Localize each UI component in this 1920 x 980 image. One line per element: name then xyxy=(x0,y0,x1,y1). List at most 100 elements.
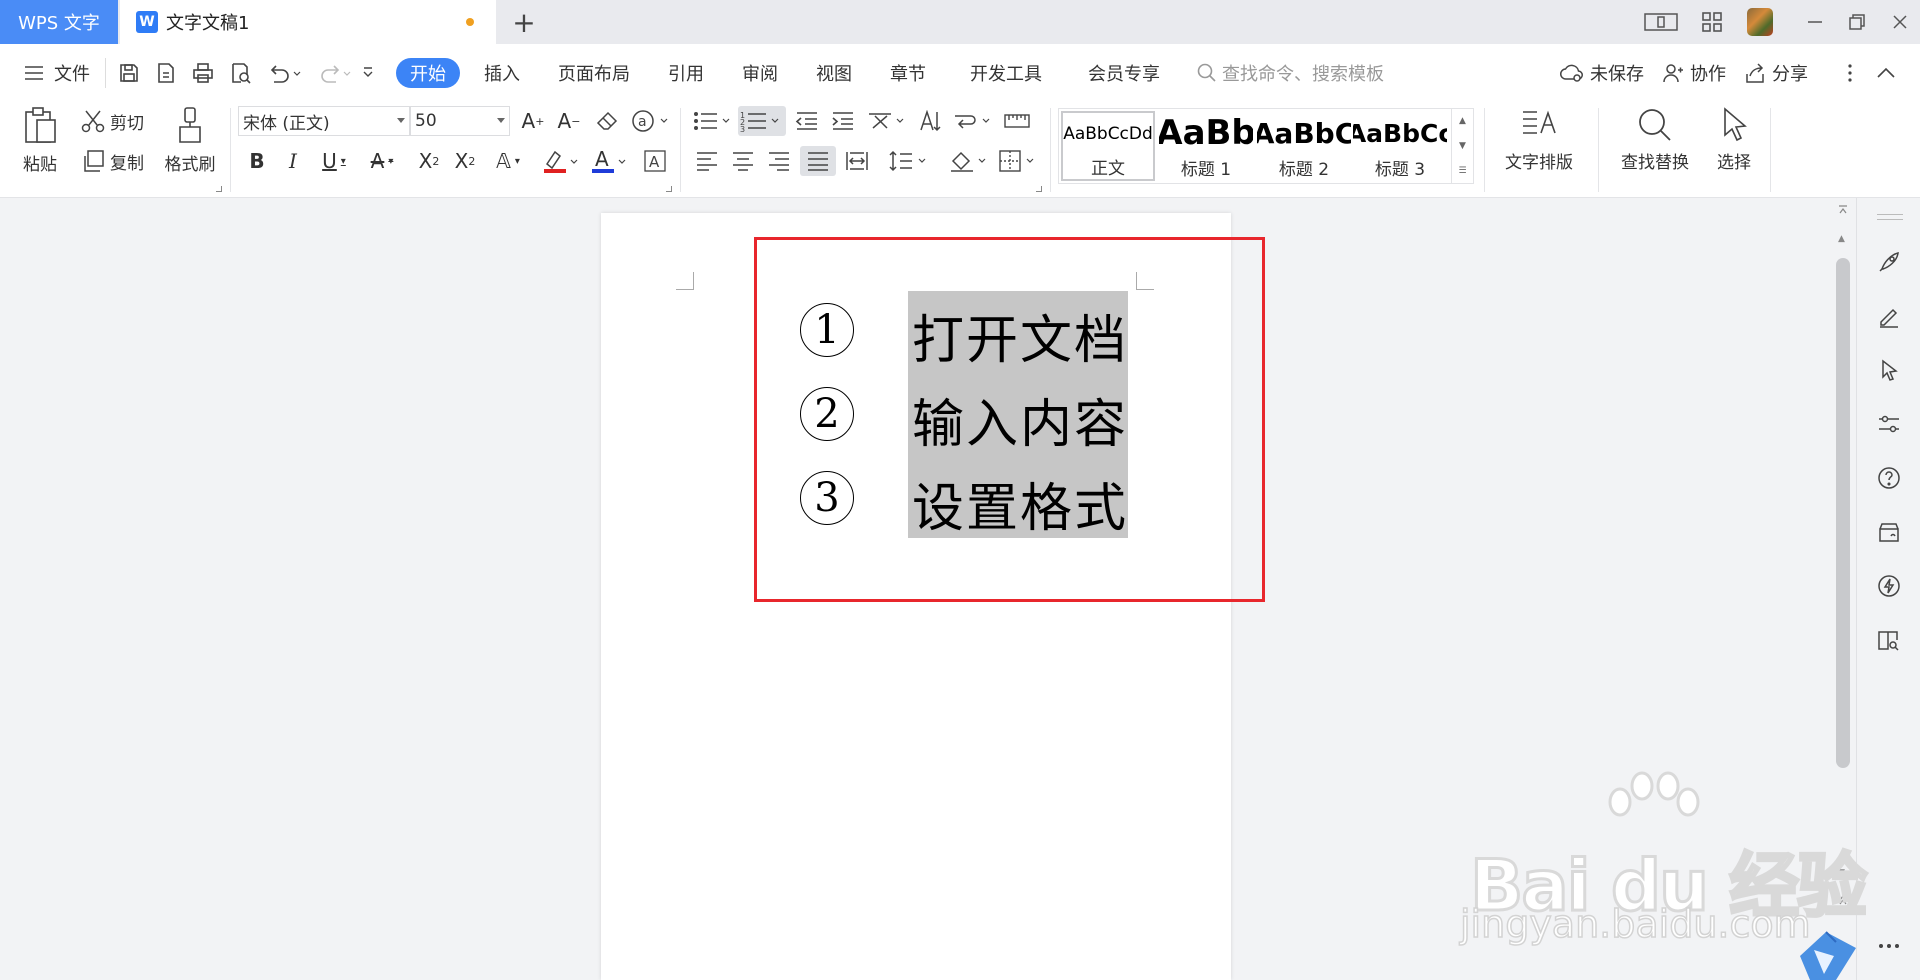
help-icon[interactable] xyxy=(1875,464,1903,492)
settings-sliders-icon[interactable] xyxy=(1875,410,1903,438)
scroll-top-icon[interactable] xyxy=(1838,204,1848,218)
grow-font-icon[interactable]: A + xyxy=(518,106,548,136)
tab-developer[interactable]: 开发工具 xyxy=(970,58,1042,88)
scroll-down-icon[interactable]: ▼ xyxy=(1838,868,1845,878)
lightning-icon[interactable] xyxy=(1875,572,1903,600)
font-name-select[interactable]: 宋体 (正文) xyxy=(238,106,410,136)
cut-button[interactable]: 剪切 xyxy=(80,108,144,134)
tab-page-layout[interactable]: 页面布局 xyxy=(558,58,630,88)
format-painter-button[interactable]: 格式刷 xyxy=(162,106,218,175)
expand-gallery-icon[interactable]: ☰ xyxy=(1458,166,1466,176)
more-options-icon[interactable] xyxy=(1836,59,1864,87)
export-pdf-icon[interactable] xyxy=(152,59,180,87)
svg-text:A: A xyxy=(649,153,660,171)
collapse-ribbon-icon[interactable] xyxy=(1872,59,1900,87)
strikethrough-icon[interactable]: A ▾ xyxy=(362,146,402,176)
customize-toolbar-icon[interactable] xyxy=(354,59,382,87)
select-button[interactable]: 选择 xyxy=(1706,106,1762,173)
sort-icon[interactable] xyxy=(914,106,944,136)
save-icon[interactable] xyxy=(115,59,143,87)
redo-button[interactable] xyxy=(314,59,354,87)
tab-view[interactable]: 视图 xyxy=(816,58,852,88)
ruler-icon[interactable] xyxy=(1002,106,1032,136)
vertical-scrollbar[interactable]: ▲ ▼ xyxy=(1834,202,1852,922)
restore-icon[interactable] xyxy=(1842,8,1872,36)
tab-chapter[interactable]: 章节 xyxy=(890,58,926,88)
select-pointer-icon[interactable] xyxy=(1875,356,1903,384)
close-icon[interactable] xyxy=(1885,8,1915,36)
underline-icon[interactable]: U ▾ xyxy=(314,146,354,176)
share-button[interactable]: 分享 xyxy=(1744,58,1808,88)
grid-apps-icon[interactable] xyxy=(1697,8,1727,36)
text-layout-button[interactable]: 文字排版 xyxy=(1494,106,1584,173)
line-spacing-icon[interactable] xyxy=(888,146,928,176)
chevron-down-icon[interactable]: ▼ xyxy=(1459,141,1466,151)
text-effect-icon[interactable]: 𝔸 ▾ xyxy=(488,146,528,176)
new-tab-button[interactable]: + xyxy=(508,6,540,39)
superscript-icon[interactable]: X2 xyxy=(414,146,444,176)
user-avatar[interactable] xyxy=(1747,8,1773,36)
scrollbar-thumb[interactable] xyxy=(1836,258,1850,768)
bold-icon[interactable]: B xyxy=(242,146,272,176)
rocket-icon[interactable] xyxy=(1875,248,1903,276)
print-preview-icon[interactable] xyxy=(226,59,254,87)
align-right-icon[interactable] xyxy=(764,146,794,176)
more-icon[interactable] xyxy=(1875,932,1903,960)
borders-icon[interactable] xyxy=(998,146,1038,176)
style-normal[interactable]: AaBbCcDd 正文 xyxy=(1061,111,1155,181)
distributed-align-icon[interactable] xyxy=(842,146,872,176)
assistant-bird-icon[interactable] xyxy=(1796,926,1860,980)
styles-scroll[interactable]: ▲ ▼ ☰ xyxy=(1451,109,1473,183)
command-search-input[interactable]: 查找命令、搜索模板 xyxy=(1196,58,1384,88)
style-heading-1[interactable]: AaBb 标题 1 xyxy=(1159,111,1253,181)
file-menu[interactable]: 文件 xyxy=(24,58,90,88)
find-replace-button[interactable]: 查找替换 xyxy=(1610,106,1700,173)
undo-button[interactable] xyxy=(264,59,304,87)
minimize-icon[interactable] xyxy=(1800,8,1830,36)
line-break-icon[interactable] xyxy=(952,106,992,136)
increase-indent-icon[interactable] xyxy=(828,106,858,136)
copy-button[interactable]: 复制 xyxy=(80,148,144,174)
decrease-indent-icon[interactable] xyxy=(792,106,822,136)
style-heading-3[interactable]: AaBbCc 标题 3 xyxy=(1353,111,1447,181)
shading-icon[interactable] xyxy=(948,146,988,176)
tab-review[interactable]: 审阅 xyxy=(742,58,778,88)
store-icon[interactable] xyxy=(1875,518,1903,546)
justify-icon[interactable] xyxy=(800,146,836,176)
align-left-icon[interactable] xyxy=(692,146,722,176)
chinese-layout-icon[interactable] xyxy=(866,106,906,136)
page-nav-icon[interactable] xyxy=(1838,894,1848,918)
magnifier-icon xyxy=(1639,109,1671,141)
subscript-icon[interactable]: X2 xyxy=(450,146,480,176)
tab-references[interactable]: 引用 xyxy=(668,58,704,88)
chevron-up-icon[interactable]: ▲ xyxy=(1459,116,1466,126)
tab-insert[interactable]: 插入 xyxy=(484,58,520,88)
font-color-icon[interactable]: A xyxy=(588,146,628,176)
numbered-list-icon[interactable]: 123 xyxy=(738,106,786,136)
sidebar-handle-icon[interactable] xyxy=(1877,214,1903,220)
clear-format-icon[interactable] xyxy=(592,106,622,136)
collaborate-button[interactable]: 协作 xyxy=(1662,58,1726,88)
paste-button[interactable]: 粘贴 xyxy=(14,106,66,175)
unsaved-status-button[interactable]: 未保存 xyxy=(1560,58,1644,88)
highlight-color-icon[interactable] xyxy=(540,146,580,176)
scroll-up-icon[interactable]: ▲ xyxy=(1838,234,1845,244)
shrink-font-icon[interactable]: A − xyxy=(554,106,584,136)
app-tab[interactable]: WPS 文字 xyxy=(0,0,118,44)
tab-membership[interactable]: 会员专享 xyxy=(1088,58,1160,88)
phonetic-guide-icon[interactable]: a xyxy=(630,106,670,136)
font-size-select[interactable]: 50 xyxy=(410,106,510,136)
italic-icon[interactable]: I xyxy=(278,146,308,176)
book-search-icon[interactable] xyxy=(1875,626,1903,654)
bullet-list-icon[interactable] xyxy=(692,106,732,136)
right-sidebar xyxy=(1856,198,1920,980)
pen-edit-icon[interactable] xyxy=(1875,302,1903,330)
tab-home[interactable]: 开始 xyxy=(396,58,460,88)
page-view-icon[interactable] xyxy=(1643,8,1679,36)
font-name-value: 宋体 (正文) xyxy=(243,113,330,134)
character-border-icon[interactable]: A xyxy=(640,146,670,176)
align-center-icon[interactable] xyxy=(728,146,758,176)
print-icon[interactable] xyxy=(189,59,217,87)
document-tab[interactable]: W 文字文稿1 xyxy=(120,0,496,44)
style-heading-2[interactable]: AaBbC 标题 2 xyxy=(1257,111,1351,181)
